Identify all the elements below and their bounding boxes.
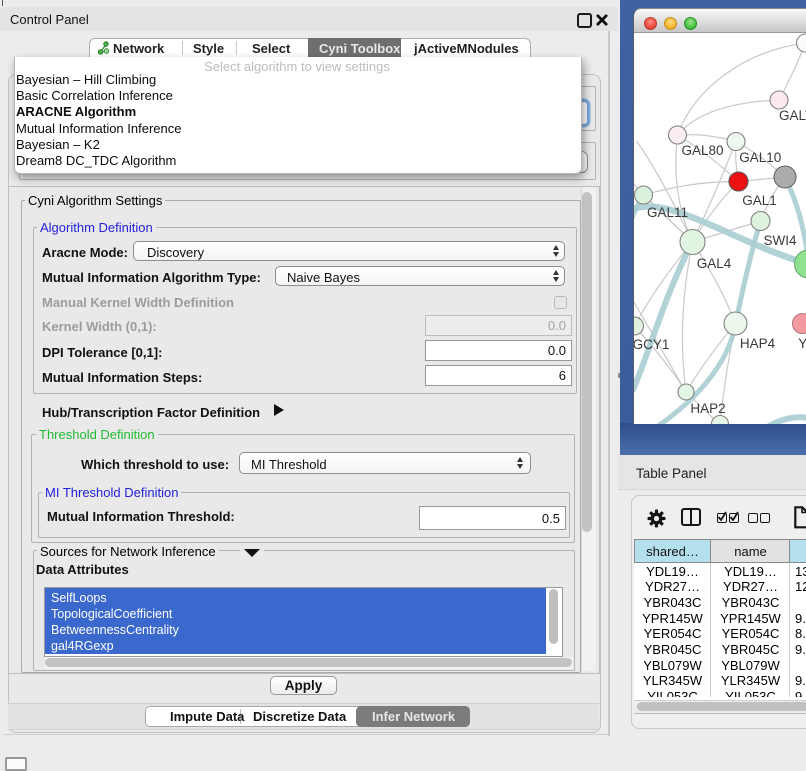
svg-text:GAL4: GAL4	[697, 256, 732, 271]
svg-text:HAP2: HAP2	[690, 401, 725, 416]
svg-text:SWI4: SWI4	[763, 233, 796, 248]
svg-text:GAL1: GAL1	[742, 193, 777, 208]
svg-text:GAL11: GAL11	[647, 205, 688, 220]
svg-text:GALT: GALT	[779, 108, 806, 123]
svg-text:YJ: YJ	[798, 336, 806, 351]
svg-text:GAL10: GAL10	[739, 150, 781, 165]
svg-text:GCY1: GCY1	[634, 337, 669, 352]
svg-text:GAL80: GAL80	[681, 143, 723, 158]
svg-text:HAP4: HAP4	[740, 336, 776, 351]
